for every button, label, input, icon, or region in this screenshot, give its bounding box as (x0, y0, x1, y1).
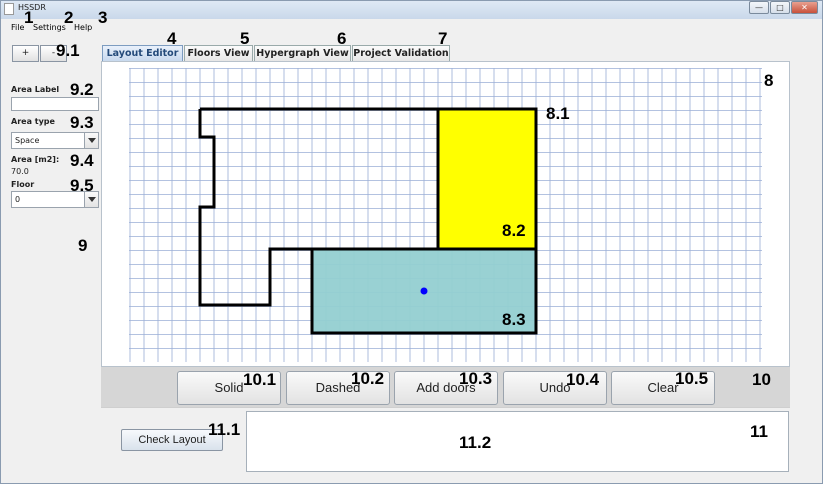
annotation-9-3: 9.3 (70, 113, 94, 132)
area-m2-title: Area [m2]: (11, 155, 60, 164)
area-type-value: Space (15, 136, 40, 145)
tab-project-validation[interactable]: Project Validation (352, 45, 450, 61)
selected-area-marker[interactable] (420, 287, 428, 295)
close-icon[interactable]: ✕ (791, 1, 818, 14)
annotation-8-3: 8.3 (502, 310, 526, 329)
annotation-5: 5 (240, 29, 250, 48)
area-label-title: Area Label (11, 85, 60, 94)
annotation-9-2: 9.2 (70, 80, 94, 99)
annotation-10-4: 10.4 (566, 370, 600, 389)
annotation-8-2: 8.2 (502, 221, 526, 240)
annotation-6: 6 (337, 29, 347, 48)
annotation-2: 2 (64, 8, 74, 27)
annotation-11-1: 11.1 (208, 420, 241, 439)
menu-help[interactable]: Help (74, 23, 92, 32)
floor-value: 0 (15, 195, 21, 204)
menu-file[interactable]: File (11, 23, 24, 32)
area-type-select[interactable]: Space (11, 132, 99, 149)
chevron-down-icon[interactable] (84, 133, 98, 148)
area-m2-value: 70.0 (11, 167, 29, 176)
annotation-10-2: 10.2 (351, 369, 385, 388)
validation-result-area[interactable] (246, 411, 789, 472)
annotation-9-1: 9.1 (56, 41, 80, 60)
annotation-11: 11 (750, 422, 768, 441)
annotation-7: 7 (438, 29, 448, 48)
annotation-8-1: 8.1 (546, 104, 570, 123)
minimize-icon[interactable]: — (749, 1, 769, 14)
annotation-1: 1 (24, 8, 34, 27)
app-icon (4, 3, 14, 15)
annotation-8: 8 (764, 71, 774, 90)
annotation-9-4: 9.4 (70, 151, 94, 170)
menu-bar (1, 20, 822, 36)
annotation-4: 4 (167, 29, 177, 48)
annotation-9: 9 (78, 236, 88, 255)
annotation-10-3: 10.3 (459, 369, 493, 388)
menu-settings[interactable]: Settings (33, 23, 66, 32)
annotation-3: 3 (98, 8, 108, 27)
annotation-11-2: 11.2 (459, 433, 492, 452)
title-bar (1, 1, 822, 19)
annotation-10: 10 (752, 370, 771, 389)
floor-title: Floor (11, 180, 35, 189)
annotation-10-1: 10.1 (243, 370, 277, 389)
zoom-in-button[interactable]: + (12, 45, 39, 62)
layout-canvas[interactable] (129, 68, 762, 362)
maximize-icon[interactable]: □ (770, 1, 790, 14)
annotation-9-5: 9.5 (70, 176, 94, 195)
area-type-title: Area type (11, 117, 55, 126)
annotation-10-5: 10.5 (675, 369, 709, 388)
